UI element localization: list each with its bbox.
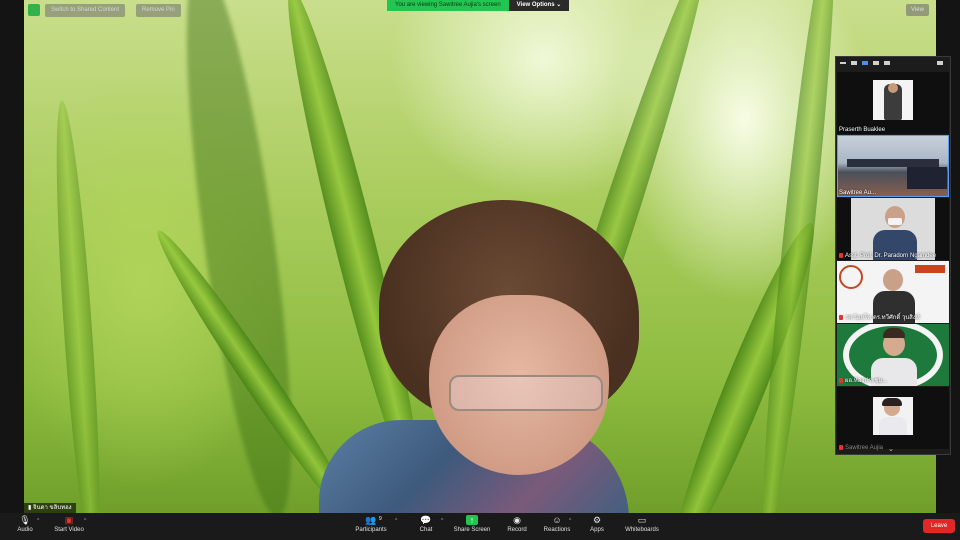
participant-name: Asst. Prof. Dr. Paradorn Ngamdee: [839, 252, 936, 259]
speaker-person: [279, 195, 639, 513]
apps-icon: ⚙: [592, 515, 602, 525]
apps-button[interactable]: ⚙ Apps: [572, 515, 622, 533]
participants-options-caret[interactable]: ^: [395, 518, 397, 524]
gallery-tile[interactable]: Asst. Prof. Dr. Paradorn Ngamdee: [837, 198, 949, 260]
meeting-toolbar: 🎙 Audio ^ ▣ Start Video ^ 👥 Participants…: [0, 513, 960, 540]
meeting-stage: Switch to Shared Content Remove Pin You …: [0, 0, 960, 513]
gallery-panel-bar: [836, 57, 954, 69]
participant-name: รศ.ร้อยโท ดร.ทวีศักดิ์ วุบสิงห์: [839, 312, 920, 322]
chat-icon: 💬: [420, 515, 432, 525]
reactions-icon: ☺: [552, 515, 562, 525]
grid-icon[interactable]: [884, 61, 890, 65]
mic-muted-icon: [839, 377, 843, 383]
chat-options-caret[interactable]: ^: [441, 518, 443, 524]
security-shield-icon[interactable]: [28, 4, 40, 16]
gallery-tile[interactable]: รศ.ร้อยโท ดร.ทวีศักดิ์ วุบสิงห์: [837, 261, 949, 323]
switch-to-shared-content-button[interactable]: Switch to Shared Content: [45, 4, 126, 17]
share-screen-icon: ↑: [466, 515, 478, 525]
reactions-options-caret[interactable]: ^: [569, 518, 571, 524]
active-speaker-video: [24, 0, 936, 513]
view-options-button[interactable]: View Options ⌄: [508, 0, 570, 11]
signal-icon: ▮: [28, 505, 32, 511]
participant-name: Sawitree Au...: [839, 190, 877, 196]
leave-button[interactable]: Leave: [923, 519, 955, 533]
mic-muted-icon: [839, 445, 843, 450]
record-icon: ◉: [513, 515, 521, 525]
participant-name: ผอ.ห้องประชุม...: [839, 375, 888, 385]
whiteboards-button[interactable]: ▭ Whiteboards: [617, 515, 667, 533]
participants-count: 9: [379, 516, 382, 522]
viewing-banner: You are viewing Sawitree Aujia's screen …: [387, 0, 570, 11]
gallery-tile[interactable]: ผอ.ห้องประชุม...: [837, 324, 949, 386]
gallery-panel: Praserth Buaklee Sawitree Au... Asst. Pr…: [835, 56, 951, 455]
chevron-down-icon: ⌄: [556, 2, 562, 8]
participant-name: Sawitree Aujia: [839, 445, 883, 451]
pop-out-icon[interactable]: [937, 61, 943, 65]
audio-options-caret[interactable]: ^: [37, 518, 39, 524]
speaker-view-icon[interactable]: [862, 61, 868, 65]
video-off-icon: ▣: [64, 515, 74, 525]
gallery-tile[interactable]: Praserth Buaklee: [837, 72, 949, 134]
hide-video-icon[interactable]: [851, 61, 857, 65]
remove-pin-button[interactable]: Remove Pin: [136, 4, 181, 17]
mic-muted-icon: [839, 252, 843, 258]
gallery-tile[interactable]: Sawitree Au...: [837, 135, 949, 197]
share-screen-button[interactable]: ↑ Share Screen: [447, 515, 497, 533]
participants-icon: 👥: [365, 515, 377, 525]
start-video-button[interactable]: ▣ Start Video: [44, 515, 94, 533]
audio-button[interactable]: 🎙 Audio: [0, 515, 50, 533]
whiteboard-icon: ▭: [637, 515, 647, 525]
participant-name: Praserth Buaklee: [839, 127, 886, 133]
gallery-view-icon[interactable]: [873, 61, 879, 65]
video-options-caret[interactable]: ^: [84, 518, 86, 524]
participants-button[interactable]: 👥 Participants: [346, 515, 396, 533]
mic-muted-icon: [839, 314, 843, 320]
chevron-down-icon[interactable]: ⌄: [888, 445, 894, 453]
view-button[interactable]: View: [906, 4, 929, 16]
viewing-text: You are viewing Sawitree Aujia's screen: [387, 0, 509, 11]
active-speaker-name: ▮ จินดา ขลิบทอง: [24, 503, 76, 513]
microphone-icon: 🎙: [19, 515, 31, 525]
gallery-tile[interactable]: [837, 387, 949, 449]
chat-button[interactable]: 💬 Chat: [401, 515, 451, 533]
minimize-icon[interactable]: [840, 62, 846, 64]
